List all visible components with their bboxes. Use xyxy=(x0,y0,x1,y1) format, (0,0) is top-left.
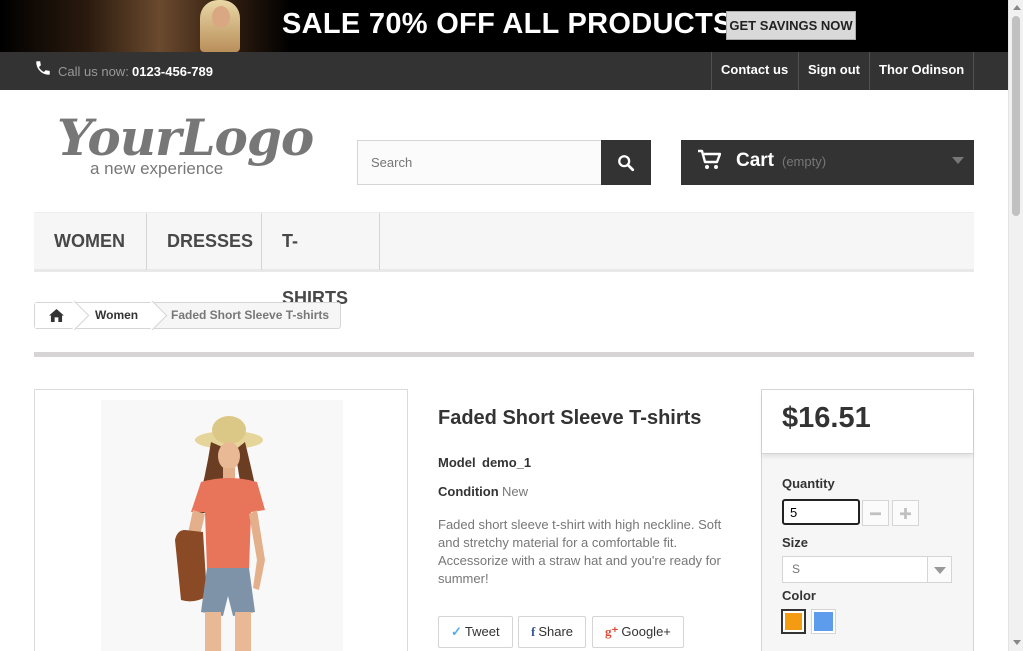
search-input[interactable] xyxy=(357,140,601,185)
banner-model-image xyxy=(0,0,290,52)
google-plus-icon: g⁺ xyxy=(605,624,619,639)
product-title: Faded Short Sleeve T-shirts xyxy=(438,407,702,429)
scroll-up-arrow-icon[interactable] xyxy=(1013,5,1021,10)
get-savings-button[interactable]: GET SAVINGS NOW xyxy=(726,11,856,40)
breadcrumb-current: Faded Short Sleeve T-shirts xyxy=(171,308,330,322)
sale-banner[interactable]: SALE 70% OFF ALL PRODUCTS GET SAVINGS NO… xyxy=(0,0,1008,52)
size-value: S xyxy=(792,562,801,576)
menu-item-dresses[interactable]: DRESSES xyxy=(147,213,262,270)
google-plus-button[interactable]: g⁺ Google+ xyxy=(592,616,684,648)
buy-box: $16.51 Quantity Size S Color xyxy=(761,389,974,651)
cart-status: (empty) xyxy=(782,154,827,169)
contact-us-link[interactable]: Contact us xyxy=(711,52,797,90)
quantity-label: Quantity xyxy=(782,476,835,491)
model-value: demo_1 xyxy=(482,455,532,470)
sign-out-link[interactable]: Sign out xyxy=(798,52,869,90)
vertical-scrollbar[interactable] xyxy=(1008,0,1023,651)
divider xyxy=(34,352,974,357)
share-label: Share xyxy=(538,624,574,639)
breadcrumb-women-label: Women xyxy=(95,308,139,322)
model-label: Model xyxy=(438,455,476,470)
condition-label: Condition xyxy=(438,484,499,499)
product-image[interactable] xyxy=(34,389,408,651)
menu-item-women[interactable]: WOMEN xyxy=(34,213,147,270)
banner-sale-text: SALE 70% OFF ALL PRODUCTS xyxy=(282,8,733,40)
product-price: $16.51 xyxy=(782,402,871,434)
color-swatch-orange[interactable] xyxy=(781,609,806,634)
site-logo[interactable]: YourLogo a new experience xyxy=(57,108,314,184)
scroll-thumb[interactable] xyxy=(1012,16,1020,216)
color-label: Color xyxy=(782,588,816,603)
account-link[interactable]: Thor Odinson xyxy=(869,52,973,90)
logo-tagline: a new experience xyxy=(90,159,224,178)
product-photo xyxy=(101,400,343,651)
minus-icon xyxy=(870,511,881,515)
page: SALE 70% OFF ALL PRODUCTS GET SAVINGS NO… xyxy=(0,0,1008,651)
cart-icon xyxy=(698,149,721,169)
top-nav-bar: Call us now: 0123-456-789 Contact us Sig… xyxy=(0,52,1008,90)
scroll-down-arrow-icon[interactable] xyxy=(1013,640,1021,645)
home-icon xyxy=(48,309,64,322)
condition-value: New xyxy=(502,484,529,499)
menu-item-tshirts[interactable]: T-SHIRTS xyxy=(262,213,380,308)
chevron-down-icon xyxy=(952,157,964,164)
call-us-label: Call us now: xyxy=(58,64,129,79)
facebook-icon: f xyxy=(531,624,536,639)
main-menu: WOMEN DRESSES T-SHIRTS xyxy=(34,212,974,308)
price-area: $16.51 xyxy=(762,390,973,454)
breadcrumb: Women Faded Short Sleeve T-shirts xyxy=(34,302,341,329)
cart-button[interactable]: Cart (empty) xyxy=(681,140,974,185)
tweet-label: Tweet xyxy=(464,624,500,639)
breadcrumb-home[interactable] xyxy=(35,303,77,328)
size-label: Size xyxy=(782,535,809,550)
share-button[interactable]: f Share xyxy=(518,616,587,648)
search-icon xyxy=(618,154,635,171)
color-swatch-fill xyxy=(785,613,802,630)
google-plus-label: Google+ xyxy=(621,624,671,639)
size-select[interactable]: S xyxy=(782,556,952,583)
plus-icon xyxy=(900,507,911,519)
phone-number: 0123-456-789 xyxy=(132,64,213,79)
chevron-down-icon xyxy=(927,557,951,582)
quantity-decrease-button[interactable] xyxy=(862,500,889,526)
product-description: Faded short sleeve t-shirt with high nec… xyxy=(438,517,722,586)
quantity-input[interactable] xyxy=(782,499,860,525)
quantity-increase-button[interactable] xyxy=(892,500,919,526)
color-swatch-fill xyxy=(814,612,833,631)
tweet-button[interactable]: ✓ Tweet xyxy=(438,616,513,648)
phone-icon xyxy=(36,61,50,75)
color-swatch-blue[interactable] xyxy=(811,609,836,634)
cart-label: Cart xyxy=(736,150,775,171)
search-button[interactable] xyxy=(601,140,651,185)
twitter-icon: ✓ xyxy=(451,624,462,639)
